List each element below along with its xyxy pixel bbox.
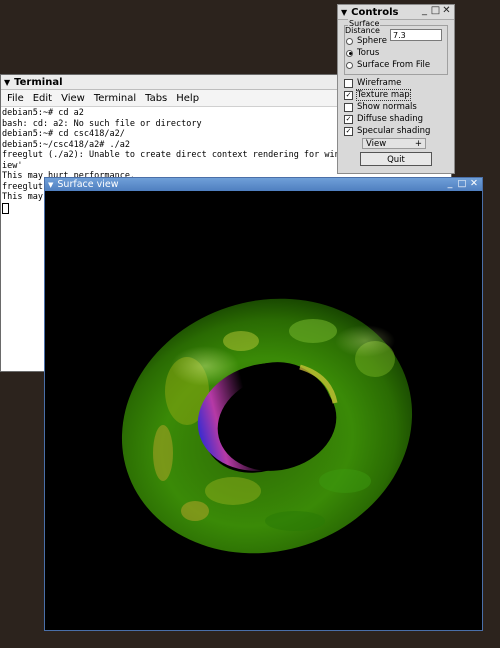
maximize-icon[interactable]: □ — [456, 178, 468, 189]
distance-label: Distance — [345, 26, 380, 35]
menu-help[interactable]: Help — [176, 93, 199, 104]
window-menu-icon[interactable]: ▼ — [341, 8, 347, 17]
menu-edit[interactable]: Edit — [33, 93, 52, 104]
checkbox[interactable]: ✓ — [344, 114, 353, 124]
surface-view-titlebar[interactable]: ▼ Surface view _ □ ✕ — [45, 178, 482, 191]
radio-button[interactable] — [346, 61, 353, 69]
radio-surface-from-file[interactable]: Surface From File — [346, 60, 430, 70]
terminal-title: Terminal — [14, 76, 63, 88]
view-label: View — [366, 138, 387, 149]
radio-label: Surface From File — [357, 60, 431, 70]
close-icon[interactable]: ✕ — [468, 178, 480, 189]
quit-button[interactable]: Quit — [360, 152, 432, 166]
checkbox[interactable]: ✓ — [344, 90, 353, 100]
checkbox-diffuse-shading[interactable]: ✓ Diffuse shading — [344, 114, 423, 124]
surface-view-window[interactable]: ▼ Surface view _ □ ✕ — [44, 177, 483, 631]
render-canvas[interactable] — [45, 191, 482, 630]
checkbox[interactable] — [344, 78, 353, 88]
menu-tabs[interactable]: Tabs — [145, 93, 167, 104]
checkbox-label: Texture map — [356, 89, 411, 101]
radio-label: Sphere — [357, 36, 387, 46]
minimize-icon[interactable]: _ — [444, 178, 456, 189]
close-icon[interactable]: ✕ — [441, 5, 452, 16]
checkbox-wireframe[interactable]: Wireframe — [344, 78, 401, 88]
radio-button[interactable] — [346, 37, 353, 45]
radio-sphere[interactable]: Sphere — [346, 36, 387, 46]
plus-icon[interactable]: + — [415, 139, 422, 149]
controls-title: Controls — [351, 6, 399, 18]
torus-mesh — [121, 298, 413, 554]
radio-label: Torus — [357, 48, 380, 58]
checkbox-show-normals[interactable]: Show normals — [344, 102, 417, 112]
controls-titlebar[interactable]: ▼ Controls _ □ ✕ — [338, 5, 454, 20]
minimize-icon[interactable]: _ — [419, 5, 430, 16]
window-menu-icon[interactable]: ▼ — [4, 78, 10, 87]
controls-window[interactable]: ▼ Controls _ □ ✕ Surface Distance 7.3 Sp… — [337, 4, 455, 174]
terminal-cursor — [2, 202, 9, 214]
distance-input[interactable]: 7.3 — [390, 29, 442, 41]
surface-view-title: Surface view — [57, 179, 119, 190]
checkbox-label: Wireframe — [357, 78, 402, 88]
view-rollout[interactable]: View + — [362, 138, 426, 149]
checkbox-texture-map[interactable]: ✓ Texture map — [344, 89, 411, 101]
radio-torus[interactable]: Torus — [346, 48, 379, 58]
checkbox-label: Show normals — [357, 102, 417, 112]
checkbox-label: Diffuse shading — [357, 114, 424, 124]
radio-button[interactable] — [346, 49, 353, 57]
window-menu-icon[interactable]: ▼ — [48, 181, 53, 189]
checkbox[interactable] — [344, 102, 353, 112]
maximize-icon[interactable]: □ — [430, 5, 441, 16]
menu-file[interactable]: File — [7, 93, 24, 104]
checkbox[interactable]: ✓ — [344, 126, 353, 136]
checkbox-specular-shading[interactable]: ✓ Specular shading — [344, 126, 430, 136]
checkbox-label: Specular shading — [357, 126, 431, 136]
menu-view[interactable]: View — [61, 93, 85, 104]
menu-terminal[interactable]: Terminal — [94, 93, 136, 104]
